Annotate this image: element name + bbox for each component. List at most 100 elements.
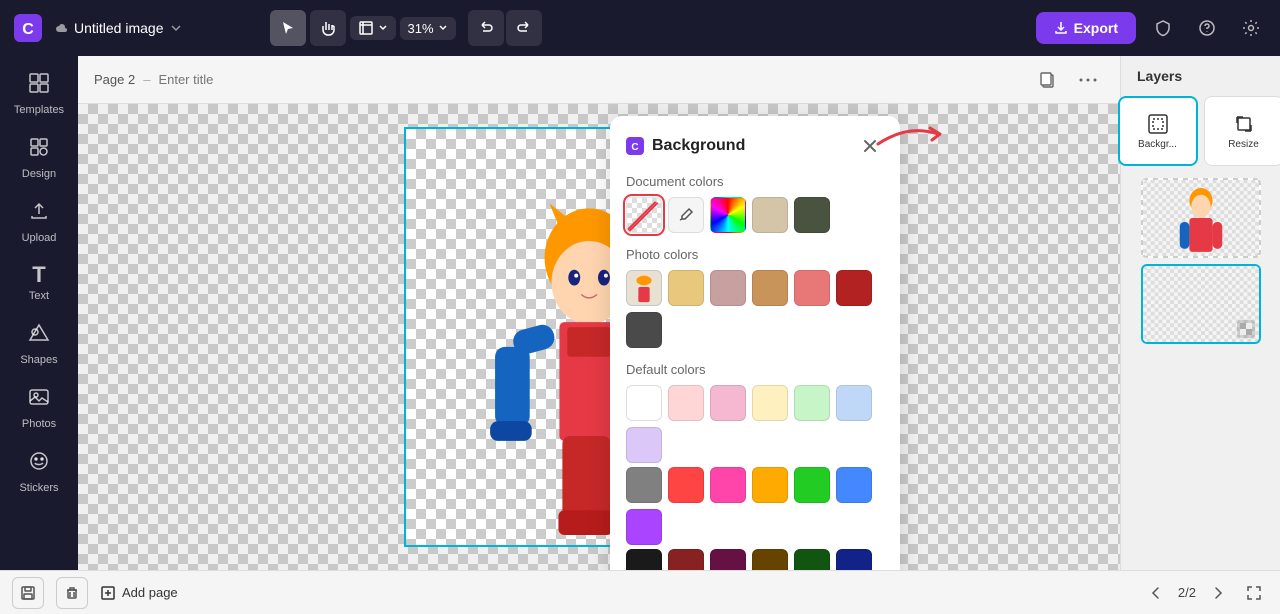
frame-icon [358,20,374,36]
beige-color-swatch[interactable] [752,197,788,233]
sidebar-item-label: Photos [22,418,56,430]
light-blue-swatch[interactable] [836,385,872,421]
page-label: Page 2 [94,72,135,87]
purple-swatch[interactable] [626,509,662,545]
background-tool-button[interactable]: Backgr... [1118,96,1198,166]
dark-blue-swatch[interactable] [836,549,872,570]
sidebar-item-label: Design [22,168,56,180]
zoom-level: 31% [408,21,434,36]
mauve-color-swatch[interactable] [710,270,746,306]
background-tool-label: Backgr... [1138,139,1177,150]
design-icon [28,136,50,164]
sidebar-item-design[interactable]: Design [5,128,73,188]
sidebar-item-templates[interactable]: Templates [5,64,73,124]
pink-swatch[interactable] [710,385,746,421]
document-colors-label: Document colors [626,174,884,189]
resize-tool-label: Resize [1228,139,1259,150]
canvas-area: Page 2 – [78,56,1120,570]
sidebar: Templates Design Upload T Text [0,56,78,570]
default-color-row-1 [626,385,884,463]
olive-color-swatch[interactable] [794,197,830,233]
background-panel: C Background Document colors [610,116,900,570]
sidebar-item-upload[interactable]: Upload [5,192,73,252]
panel-header: C Background [626,132,884,160]
zoom-control[interactable]: 31% [400,17,456,40]
eyedropper-button[interactable] [668,197,704,233]
crimson-color-swatch[interactable] [836,270,872,306]
delete-icon [64,585,80,601]
lavender-swatch[interactable] [626,427,662,463]
save-button[interactable] [12,577,44,609]
next-page-icon [1213,586,1223,600]
near-black-swatch[interactable] [626,549,662,570]
hand-tool-button[interactable] [310,10,346,46]
dark-brown-swatch[interactable] [752,549,788,570]
transparent-color-swatch[interactable] [626,197,662,233]
sidebar-item-stickers[interactable]: Stickers [5,442,73,502]
sidebar-item-text[interactable]: T Text [5,256,73,310]
shield-button[interactable] [1146,11,1180,45]
duplicate-page-button[interactable] [1032,64,1064,96]
add-page-label: Add page [122,585,178,600]
page-title-input[interactable] [158,72,334,87]
light-pink-swatch[interactable] [668,385,704,421]
sidebar-item-photos[interactable]: Photos [5,378,73,438]
photo-colors-grid [626,270,884,348]
hot-pink-swatch[interactable] [710,467,746,503]
document-title-area[interactable]: Untitled image [52,20,182,36]
cloud-icon [52,20,68,36]
tan-color-swatch[interactable] [752,270,788,306]
next-page-button[interactable] [1204,579,1232,607]
more-options-button[interactable] [1072,64,1104,96]
default-colors-label: Default colors [626,362,884,377]
default-color-row-3 [626,549,884,570]
stickers-icon [28,450,50,478]
dark-red-swatch[interactable] [668,549,704,570]
gradient-color-swatch[interactable] [710,197,746,233]
layer-item-background[interactable] [1141,264,1261,344]
frame-tool-dropdown[interactable] [350,16,396,40]
green-swatch[interactable] [794,467,830,503]
duplicate-icon [1039,71,1057,89]
gray-swatch[interactable] [626,467,662,503]
sidebar-item-shapes[interactable]: Shapes [5,314,73,374]
transparent-indicator [1237,320,1255,338]
transparent-icon [1240,323,1252,335]
right-panel: Layers Backgr... Resize [1120,56,1280,570]
red-swatch[interactable] [668,467,704,503]
blue-swatch[interactable] [836,467,872,503]
salmon-color-swatch[interactable] [794,270,830,306]
dark-green-swatch[interactable] [794,549,830,570]
redo-button[interactable] [506,10,542,46]
delete-button[interactable] [56,577,88,609]
layer-item-character[interactable] [1141,178,1261,258]
panel-title: Background [652,137,745,155]
settings-button[interactable] [1234,11,1268,45]
panel-logo-icon: C [626,137,644,155]
white-swatch[interactable] [626,385,662,421]
fullscreen-button[interactable] [1240,579,1268,607]
canvas-toolbar-right [1032,64,1104,96]
wheat-color-swatch[interactable] [668,270,704,306]
panel-close-button[interactable] [856,132,884,160]
layers-list [1141,178,1261,344]
upload-icon [28,200,50,228]
charcoal-color-swatch[interactable] [626,312,662,348]
chevron-down-icon [438,23,448,33]
resize-tool-button[interactable]: Resize [1204,96,1280,166]
light-green-swatch[interactable] [794,385,830,421]
prev-page-button[interactable] [1142,579,1170,607]
add-page-button[interactable]: Add page [100,585,178,601]
orange-swatch[interactable] [752,467,788,503]
select-tool-button[interactable] [270,10,306,46]
cream-swatch[interactable] [752,385,788,421]
dark-maroon-swatch[interactable] [710,549,746,570]
undo-button[interactable] [468,10,504,46]
export-button[interactable]: Export [1036,12,1136,44]
canvas-toolbar: Page 2 – [78,56,1120,104]
canvas-container[interactable] [78,104,1120,570]
layer-character-preview [1143,178,1259,258]
help-button[interactable] [1190,11,1224,45]
photo-thumbnail-swatch[interactable] [626,270,662,306]
app-logo[interactable]: C [12,12,44,44]
